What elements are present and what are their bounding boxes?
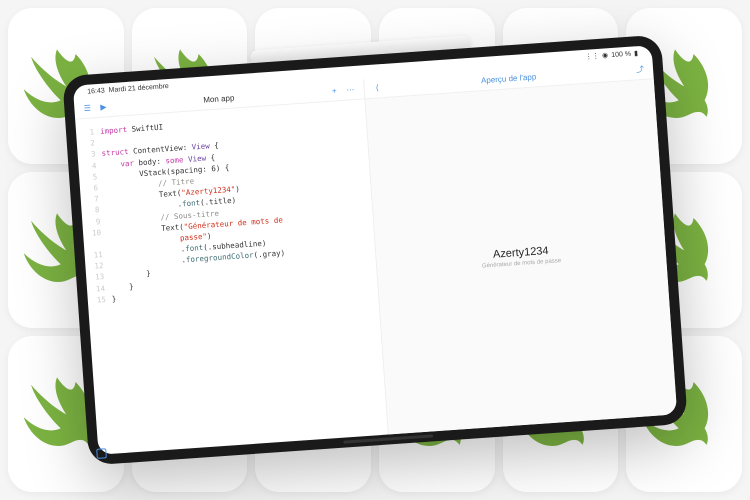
battery-icon: ▮ <box>634 49 638 57</box>
share-icon[interactable]: ⤴ <box>635 64 646 75</box>
preview-main-text: Azerty1234 <box>493 245 549 261</box>
sidebar-icon[interactable]: ☰ <box>82 103 93 114</box>
ipad-screen: 16:43 Mardi 21 décembre ⋮⋮ ◉ 100 % ▮ ☰ ▶… <box>73 45 677 455</box>
corner-icon[interactable] <box>96 448 107 455</box>
add-button[interactable]: + <box>329 86 340 97</box>
ipad-device: 16:43 Mardi 21 décembre ⋮⋮ ◉ 100 % ▮ ☰ ▶… <box>62 35 688 466</box>
preview-pane: ⟨ Aperçu de l'app ⤴ Azerty1234 Générateu… <box>364 59 678 434</box>
run-button[interactable]: ▶ <box>98 102 109 113</box>
editor-title: Mon app <box>203 93 235 104</box>
status-time: 16:43 <box>87 87 105 95</box>
status-date: Mardi 21 décembre <box>108 82 169 93</box>
editor-pane: ☰ ▶ Mon app + ⋯ 123456789101112131415 im… <box>74 79 389 454</box>
preview-title: Aperçu de l'app <box>481 72 537 85</box>
back-icon[interactable]: ⟨ <box>372 83 383 94</box>
source-code[interactable]: import SwiftUIstruct ContentView: View {… <box>100 108 381 445</box>
wifi-icon: ⋮⋮ <box>585 52 600 61</box>
battery-label: 100 % <box>611 50 631 58</box>
menu-icon[interactable]: ⋯ <box>345 84 356 95</box>
preview-canvas: Azerty1234 Générateur de mots de passe <box>365 79 677 434</box>
code-editor[interactable]: 123456789101112131415 import SwiftUIstru… <box>75 99 387 454</box>
signal-icon: ◉ <box>602 51 609 59</box>
